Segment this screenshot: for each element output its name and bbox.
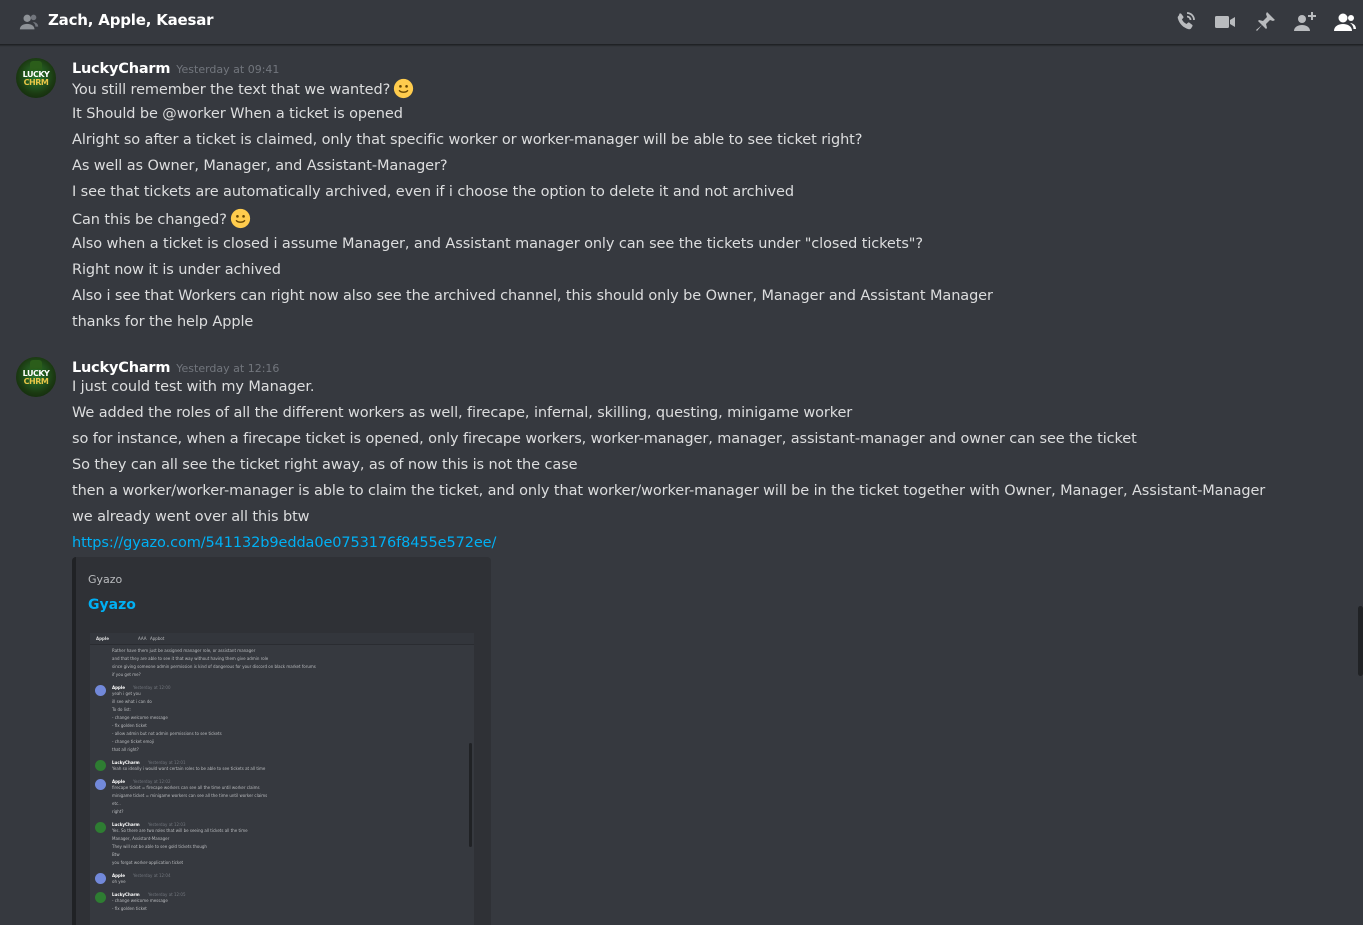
embed-title[interactable]: Gyazo [88, 597, 136, 613]
preview-line: if you get me? [112, 672, 141, 677]
channel-header: Zach, Apple, Kaesar [0, 0, 1363, 45]
gyazo-link[interactable]: https://gyazo.com/541132b9edda0e0753176f… [72, 535, 496, 551]
preview-line: yeah i get you [112, 691, 141, 696]
timestamp: Yesterday at 09:41 [176, 63, 280, 76]
header-toolbar [1173, 10, 1356, 34]
preview-header-name: Apple [96, 636, 109, 641]
preview-username: LuckyCharm [112, 822, 140, 827]
message-text: So they can all see the ticket right awa… [72, 457, 578, 473]
preview-line: Yeah so ideally i would want certain rol… [112, 766, 266, 771]
preview-line: Manager, Assistant-Manager [112, 836, 170, 841]
message-list[interactable]: LUCKY CHRM LuckyCharm Yesterday at 09:41 … [0, 46, 1363, 925]
call-icon[interactable] [1173, 10, 1197, 34]
preview-line: - change welcome message [112, 715, 168, 720]
preview-line: - fix golden ticket [112, 723, 147, 728]
preview-timestamp: Yesterday at 12:04 [133, 873, 171, 878]
slight-smile-emoji-icon [230, 208, 250, 229]
avatar[interactable]: LUCKY CHRM [16, 58, 56, 98]
preview-line: you forgot worker-application ticket [112, 860, 184, 865]
chat-scrollbar[interactable] [1358, 606, 1363, 676]
link-embed: Gyazo Gyazo Apple AAA Appbot Rather have… [72, 557, 491, 925]
preview-username: LuckyCharm [112, 760, 140, 765]
message-header: LuckyCharm Yesterday at 09:41 [72, 58, 279, 77]
preview-line: To do list: [112, 707, 131, 712]
message-text: You still remember the text that we want… [72, 78, 414, 100]
preview-line: right? [112, 809, 124, 814]
message-header: LuckyCharm Yesterday at 12:16 [72, 357, 279, 376]
preview-timestamp: Yesterday at 12:02 [133, 779, 171, 784]
video-icon[interactable] [1213, 10, 1237, 34]
preview-line: - change welcome message [112, 898, 168, 903]
preview-username: Apple [112, 779, 125, 784]
preview-avatar [95, 892, 106, 903]
preview-header: Apple AAA Appbot [90, 633, 474, 645]
channel-title: Zach, Apple, Kaesar [48, 11, 214, 29]
message-text: Also i see that Workers can right now al… [72, 288, 993, 304]
preview-header-app: Appbot [150, 636, 165, 641]
preview-avatar [95, 873, 106, 884]
preview-line: minigame ticket = minigame workers can s… [112, 793, 268, 798]
preview-line: oh yee [112, 879, 126, 884]
preview-line: that all right? [112, 747, 139, 752]
preview-line: They will not be able to see gold ticket… [112, 844, 207, 849]
preview-line: Yes. So there are two roles that will be… [112, 828, 248, 833]
preview-avatar [95, 822, 106, 833]
preview-username: LuckyCharm [112, 892, 140, 897]
preview-timestamp: Yesterday at 12:01 [148, 760, 186, 765]
message-text: Alright so after a ticket is claimed, on… [72, 132, 863, 148]
message-text: As well as Owner, Manager, and Assistant… [72, 158, 448, 174]
preview-timestamp: Yesterday at 12:03 [148, 822, 186, 827]
preview-scrollbar [469, 743, 472, 847]
message-text: then a worker/worker-manager is able to … [72, 483, 1266, 499]
preview-line: ill see what i can do [112, 699, 152, 704]
preview-line: - change ticket emoji [112, 739, 155, 744]
message-text: I just could test with my Manager. [72, 379, 315, 395]
embed-provider[interactable]: Gyazo [88, 573, 122, 586]
message-group: LUCKY CHRM LuckyCharm Yesterday at 12:16 … [0, 357, 1363, 925]
preview-line: and that they are able to see it that wa… [112, 656, 269, 661]
message-text: We added the roles of all the different … [72, 405, 853, 421]
message-link-line: https://gyazo.com/541132b9edda0e0753176f… [72, 533, 496, 553]
preview-timestamp: Yesterday at 12:05 [148, 892, 186, 897]
preview-line: - fix golden ticket [112, 906, 147, 911]
add-friend-icon[interactable] [1293, 10, 1317, 34]
message-text: Right now it is under achived [72, 262, 281, 278]
preview-username: Apple [112, 873, 125, 878]
slight-smile-emoji-icon [394, 78, 414, 99]
preview-line: etc.. [112, 801, 121, 806]
preview-line: Rather have them just be assigned manage… [112, 648, 256, 653]
message-text: It Should be @worker When a ticket is op… [72, 106, 403, 122]
message-text: thanks for the help Apple [72, 314, 254, 330]
preview-avatar [95, 760, 106, 771]
preview-avatar [95, 779, 106, 790]
preview-avatar [95, 685, 106, 696]
message-text: Can this be changed? [72, 208, 251, 230]
people-icon [19, 14, 39, 30]
preview-line: since giving someone admin permission is… [112, 664, 316, 669]
message-text: so for instance, when a firecape ticket … [72, 431, 1137, 447]
message-text: we already went over all this btw [72, 509, 310, 525]
username[interactable]: LuckyCharm [72, 61, 170, 77]
preview-line: Btw [112, 852, 120, 857]
preview-line: - allow admin but not admin permissions … [112, 731, 222, 736]
embed-image-preview[interactable]: Apple AAA Appbot Rather have them just b… [90, 633, 474, 925]
pin-icon[interactable] [1253, 10, 1277, 34]
timestamp: Yesterday at 12:16 [176, 362, 280, 375]
member-list-icon[interactable] [1333, 10, 1357, 34]
username[interactable]: LuckyCharm [72, 360, 170, 376]
preview-header-tag: AAA [138, 636, 147, 641]
preview-line: firecape ticket = firecape workers can s… [112, 785, 260, 790]
avatar[interactable]: LUCKY CHRM [16, 357, 56, 397]
preview-username: Apple [112, 685, 125, 690]
message-text: I see that tickets are automatically arc… [72, 184, 794, 200]
message-text: Also when a ticket is closed i assume Ma… [72, 236, 923, 252]
preview-timestamp: Yesterday at 12:00 [133, 685, 171, 690]
